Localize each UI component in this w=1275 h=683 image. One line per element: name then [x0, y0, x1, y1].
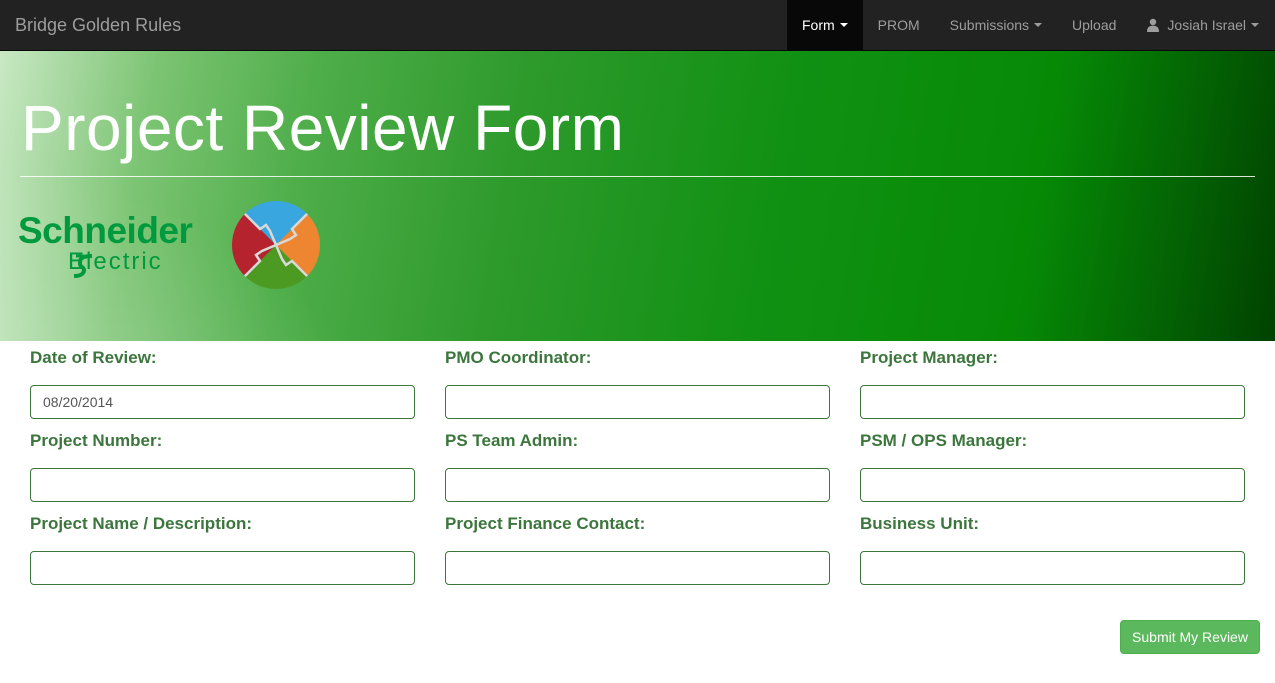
- nav-menu: Form PROM Submissions Upload Josiah Isra…: [786, 0, 1275, 50]
- nav-item-submissions[interactable]: Submissions: [935, 0, 1057, 50]
- nav-item-form[interactable]: Form: [786, 0, 863, 50]
- ps-team-admin-label: PS Team Admin:: [445, 431, 579, 450]
- project-finance-contact-input[interactable]: [445, 551, 830, 585]
- form-column-3: Project Manager: PSM / OPS Manager: Busi…: [860, 348, 1245, 585]
- business-unit-label: Business Unit:: [860, 514, 980, 533]
- nav-item-label: Upload: [1072, 17, 1117, 33]
- title-divider: [20, 176, 1255, 177]
- top-navbar: Bridge Golden Rules Form PROM Submission…: [0, 0, 1275, 51]
- nav-item-prom[interactable]: PROM: [863, 0, 935, 50]
- date-of-review-input[interactable]: [30, 385, 415, 419]
- nav-item-label: Submissions: [949, 17, 1030, 33]
- form-column-1: Date of Review: Project Number: Project …: [30, 348, 415, 585]
- psm-ops-manager-label: PSM / OPS Manager:: [860, 431, 1028, 450]
- project-name-label: Project Name / Description:: [30, 514, 253, 533]
- pmo-coordinator-label: PMO Coordinator:: [445, 348, 592, 367]
- pmo-coordinator-input[interactable]: [445, 385, 830, 419]
- project-manager-input[interactable]: [860, 385, 1245, 419]
- nav-item-user-menu[interactable]: Josiah Israel: [1131, 0, 1275, 50]
- caret-down-icon: [1034, 23, 1043, 27]
- user-name: Josiah Israel: [1167, 17, 1246, 33]
- ps-team-admin-input[interactable]: [445, 468, 830, 502]
- caret-down-icon: [839, 23, 848, 27]
- psm-ops-manager-input[interactable]: [860, 468, 1245, 502]
- project-manager-label: Project Manager:: [860, 348, 998, 367]
- project-number-label: Project Number:: [30, 431, 163, 450]
- project-number-input[interactable]: [30, 468, 415, 502]
- date-of-review-label: Date of Review:: [30, 348, 157, 367]
- project-finance-contact-label: Project Finance Contact:: [445, 514, 646, 533]
- page-title: Project Review Form: [21, 92, 625, 164]
- user-icon: [1147, 18, 1160, 32]
- nav-item-label: Form: [801, 17, 835, 33]
- nav-item-upload[interactable]: Upload: [1057, 0, 1131, 50]
- project-name-input[interactable]: [30, 551, 415, 585]
- schneider-electric-logo: Schneider Electric: [18, 210, 193, 278]
- business-unit-input[interactable]: [860, 551, 1245, 585]
- hero-banner: Project Review Form Schneider Electric: [0, 51, 1275, 341]
- company-logo: Schneider Electric: [18, 199, 323, 291]
- submit-review-button[interactable]: Submit My Review: [1120, 620, 1260, 654]
- logo-line-2: Electric: [68, 248, 163, 275]
- caret-down-icon: [1251, 23, 1259, 27]
- puzzle-logo-icon: [232, 201, 320, 289]
- form-column-2: PMO Coordinator: PS Team Admin: Project …: [445, 348, 830, 585]
- logo-line-1: Schneider: [18, 210, 193, 251]
- nav-item-label: PROM: [877, 17, 920, 33]
- brand-link[interactable]: Bridge Golden Rules: [15, 0, 181, 50]
